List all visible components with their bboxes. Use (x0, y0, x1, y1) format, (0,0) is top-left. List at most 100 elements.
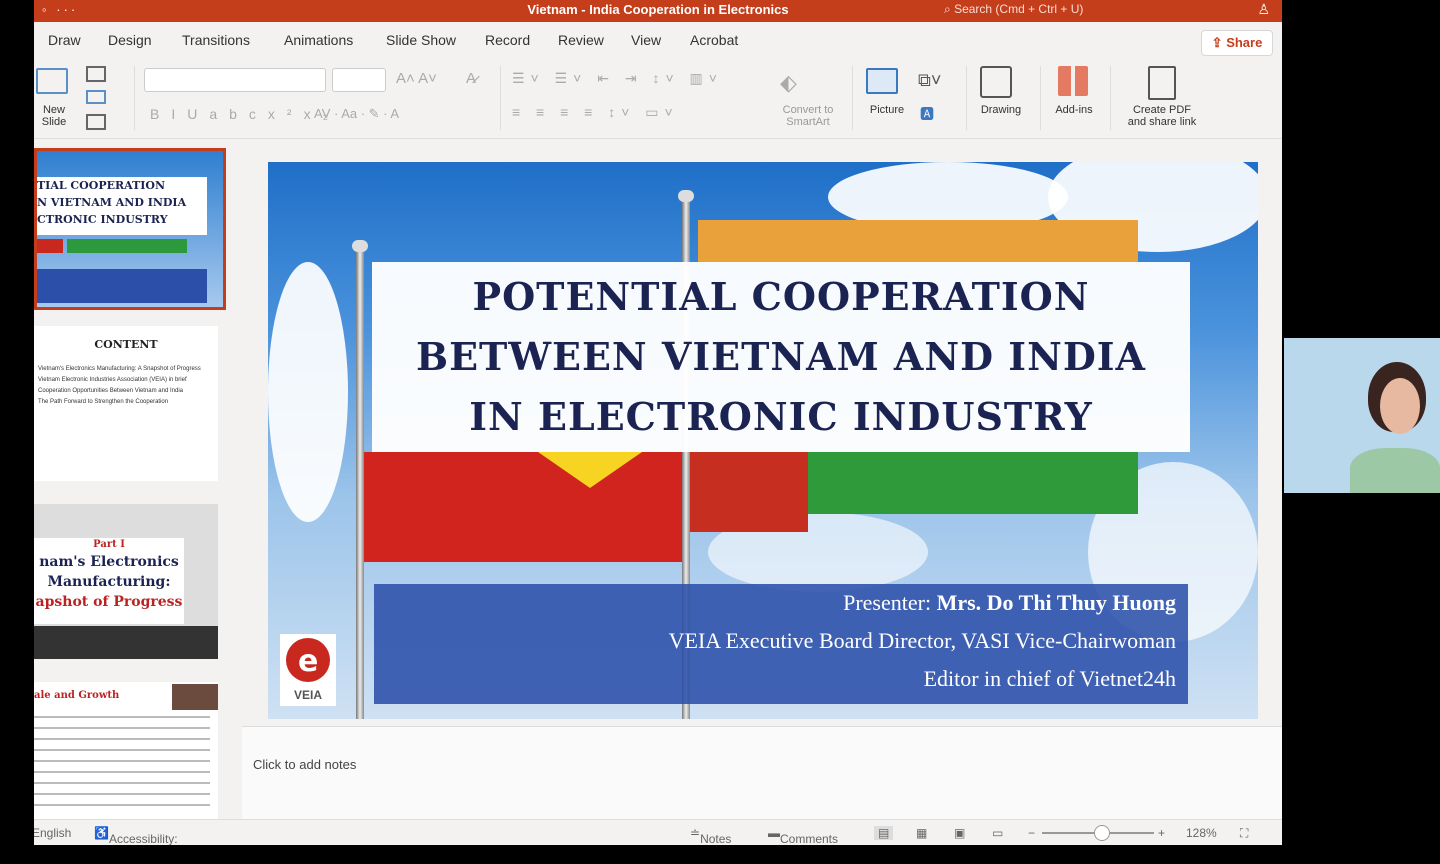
presenter-box[interactable]: Presenter: Mrs. Do Thi Thuy Huong VEIA E… (374, 584, 1188, 704)
search-box[interactable]: ⌕ Search (Cmd + Ctrl + U) (944, 2, 1083, 17)
presenter-role-1: VEIA Executive Board Director, VASI Vice… (668, 628, 1176, 653)
slide-canvas[interactable]: POTENTIAL COOPERATION BETWEEN VIETNAM AN… (268, 162, 1258, 719)
smartart-icon[interactable]: ⬖ (780, 70, 797, 96)
thumb2-item: The Path Forward to Strengthen the Coope… (38, 399, 169, 405)
add-ins-icon[interactable] (1058, 66, 1088, 96)
text-format-icons[interactable]: BIUabcx²x₂ (150, 106, 340, 122)
slideshow-icon[interactable]: ▭ (992, 826, 1003, 840)
layout-icon[interactable] (86, 66, 106, 82)
thumb3-part: Part I (93, 539, 125, 550)
ribbon: New Slide A˄ A˅ A̷ BIUabcx²x₂ AV · Aa · … (34, 58, 1282, 139)
share-button[interactable]: ⇪ Share (1201, 30, 1273, 56)
fit-to-window-icon[interactable]: ⛶ (1240, 826, 1248, 841)
tab-record[interactable]: Record (485, 32, 530, 48)
thumb4-photo (172, 684, 218, 710)
normal-view-icon[interactable]: ▤ (874, 826, 894, 840)
document-title: Vietnam - India Cooperation in Electroni… (527, 2, 789, 17)
title-box[interactable]: POTENTIAL COOPERATION BETWEEN VIETNAM AN… (372, 262, 1190, 452)
tab-slide-show[interactable]: Slide Show (386, 32, 456, 48)
zoom-out-icon[interactable]: − (1028, 826, 1035, 840)
ribbon-divider (1040, 66, 1041, 130)
slide-thumbnail-2[interactable]: CONTENT Vietnam's Electronics Manufactur… (34, 326, 218, 481)
zoom-slider-thumb[interactable] (1094, 825, 1110, 841)
comments-button-label: Comments (780, 832, 839, 845)
reading-view-icon[interactable]: ▣ (954, 826, 965, 840)
drawing-icon[interactable] (980, 66, 1012, 98)
share-label: Share (1226, 35, 1263, 50)
presenter-line: Presenter: Mrs. Do Thi Thuy Huong (843, 590, 1176, 616)
slide-thumbnail-4[interactable]: ale and Growth (34, 682, 218, 822)
powerpoint-window: ◦ ··· Vietnam - India Cooperation in Ele… (34, 0, 1282, 845)
flag-pole (356, 250, 364, 719)
ribbon-divider (134, 66, 135, 130)
tab-review[interactable]: Review (558, 32, 604, 48)
reset-icon[interactable] (86, 90, 106, 104)
picture-icon[interactable] (866, 68, 898, 94)
shapes-icon[interactable]: ⧉˅ (918, 70, 941, 91)
presenter-name: Mrs. Do Thi Thuy Huong (936, 590, 1176, 615)
thumb2-title: CONTENT (94, 338, 158, 351)
thumb3-line: nam's Electronics (39, 554, 179, 570)
accessibility-label: Accessibility: Good to go (108, 832, 178, 845)
font-name-dropdown[interactable] (144, 68, 326, 92)
create-pdf-icon[interactable] (1148, 66, 1176, 100)
thumb1-presenter-band (37, 269, 207, 303)
thumb3-line: Manufacturing: (47, 574, 171, 590)
thumb1-flag (67, 239, 187, 253)
new-slide-icon[interactable] (36, 68, 68, 94)
thumb2-list: Vietnam's Electronics Manufacturing: A S… (38, 366, 210, 406)
ribbon-divider (966, 66, 967, 130)
thumb3-line: apshot of Progress (35, 594, 183, 610)
new-slide-label: New Slide (41, 104, 67, 128)
slide-thumbnail-1[interactable]: TIAL COOPERATION N VIETNAM AND INDIA CTR… (34, 148, 226, 310)
notes-pane[interactable]: Click to add notes (242, 726, 1282, 820)
align-icons[interactable]: ≡ ≡ ≡ ≡ ↕˅ ▭˅ (512, 104, 679, 121)
textbox-icon[interactable]: 🅰 (920, 104, 934, 124)
tab-acrobat[interactable]: Acrobat (690, 32, 738, 48)
thumb3-title: Part I nam's Electronics Manufacturing: … (34, 538, 184, 624)
clear-format-icon[interactable]: A̷ (466, 70, 476, 87)
zoom-in-icon[interactable]: + (1158, 826, 1165, 840)
tab-view[interactable]: View (631, 32, 661, 48)
thumb1-line2: N VIETNAM AND INDIA (37, 196, 187, 209)
participant-face (1380, 378, 1420, 434)
slide-thumbnail-3[interactable]: Part I nam's Electronics Manufacturing: … (34, 504, 218, 659)
thumb3-photo (34, 626, 218, 659)
picture-label: Picture (869, 104, 905, 116)
notes-button[interactable]: ≐ Notes (690, 826, 731, 845)
char-spacing-icon[interactable]: AV · Aa · ✎ · A (314, 106, 399, 122)
flag-star (538, 452, 642, 488)
add-ins-label: Add-ins (1055, 104, 1093, 116)
slide-thumbnail-pane: TIAL COOPERATION N VIETNAM AND INDIA CTR… (34, 139, 239, 822)
tab-transitions[interactable]: Transitions (182, 32, 250, 48)
tab-design[interactable]: Design (108, 32, 152, 48)
language-indicator[interactable]: English (34, 826, 71, 840)
comments-button[interactable]: ▬ Comments (768, 826, 838, 845)
grow-font-icon[interactable]: A˄ A˅ (396, 70, 437, 87)
drawing-label: Drawing (980, 104, 1022, 116)
section-icon[interactable] (86, 114, 106, 130)
accessibility-status[interactable]: ♿ Accessibility: Good to go (94, 826, 178, 845)
veia-logo: e VEIA (280, 634, 336, 706)
account-icon[interactable]: ♙ (1257, 1, 1270, 18)
ribbon-divider (500, 66, 501, 130)
ribbon-tabs: Draw Design Transitions Animations Slide… (34, 22, 1282, 58)
tab-draw[interactable]: Draw (48, 32, 81, 48)
participant-shoulders (1350, 448, 1440, 493)
slide-sorter-icon[interactable]: ▦ (916, 826, 927, 840)
zoom-level[interactable]: 128% (1186, 826, 1217, 840)
flag-pole-top (352, 240, 368, 252)
thumb1-line1: TIAL COOPERATION (37, 179, 166, 192)
font-size-dropdown[interactable] (332, 68, 386, 92)
presenter-label: Presenter: (843, 590, 932, 615)
status-bar: English ♿ Accessibility: Good to go ≐ No… (34, 819, 1282, 845)
bullets-icon[interactable]: ☰˅ ☰˅ ⇤ ⇥ ↕˅ ▥˅ (512, 70, 723, 87)
thumb1-flag (37, 239, 63, 253)
presenter-role-2: Editor in chief of Vietnet24h (923, 666, 1176, 691)
thumb4-body-text (34, 716, 210, 812)
thumb2-item: Vietnam Electronic Industries Associatio… (38, 377, 187, 383)
logo-text: VEIA (293, 688, 322, 702)
thumb4-title: ale and Growth (34, 690, 120, 701)
notes-button-label: Notes (700, 832, 732, 845)
tab-animations[interactable]: Animations (284, 32, 353, 48)
